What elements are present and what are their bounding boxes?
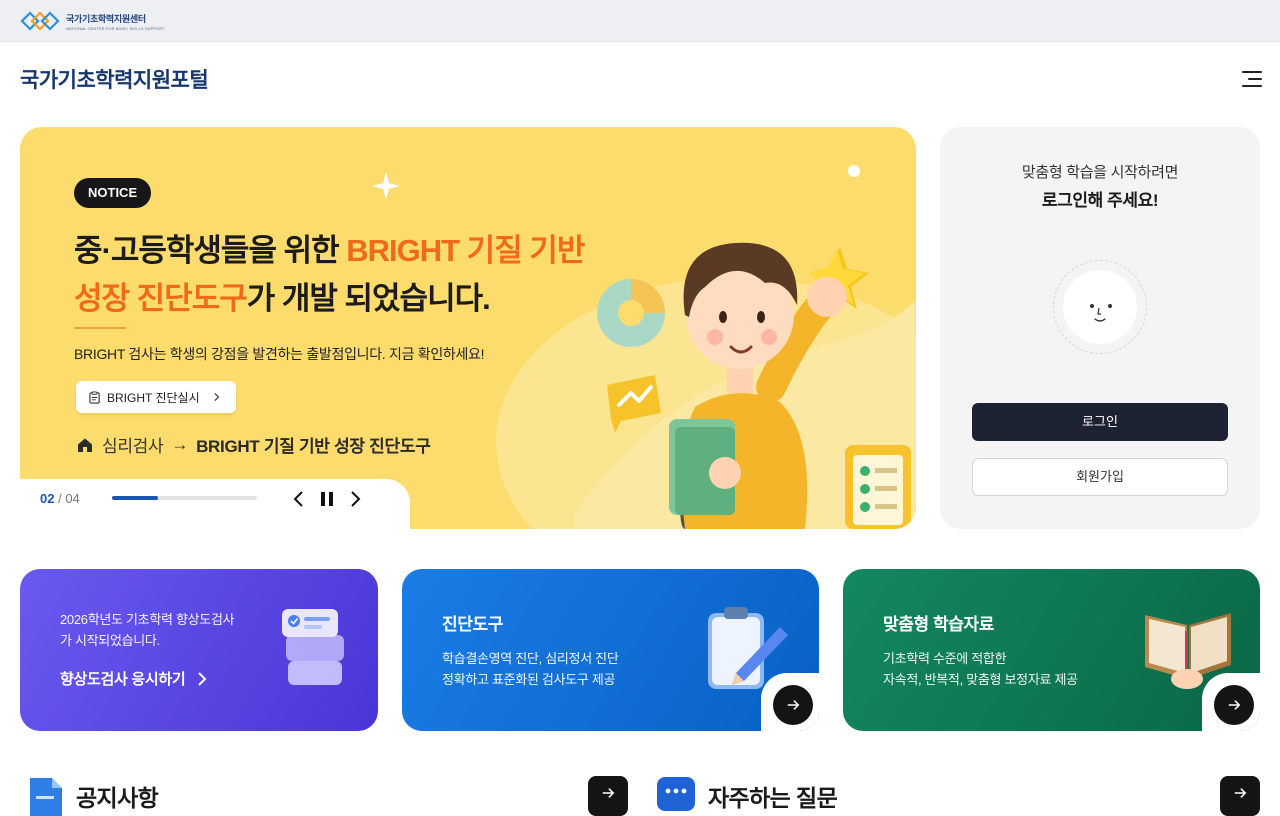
document-stack-icon [282,609,344,685]
hamburger-menu-icon[interactable] [1238,68,1264,90]
slide-counter: 02 / 04 [40,491,80,506]
prev-slide-icon[interactable] [290,490,308,508]
avatar-frame [1053,260,1147,354]
student-illustration [575,242,915,529]
signup-button[interactable]: 회원가입 [972,458,1228,496]
avatar-face-icon [1063,270,1137,344]
login-card: 맞춤형 학습을 시작하려면 로그인해 주세요! 로그인 회원가입 [940,127,1260,529]
breadcrumb-arrow: → [171,434,189,454]
diagnostic-tools-card[interactable]: 진단도구 학습결손영역 진단, 심리정서 진단 정확하고 표준화된 검사도구 제… [402,569,819,731]
diagnostic-tools-arrow-button[interactable] [773,685,813,725]
login-prompt: 맞춤형 학습을 시작하려면 [1021,164,1179,181]
dot-decoration [848,165,860,177]
logo-subtitle: NATIONAL CENTER FOR BASIC SKILLS SUPPORT [66,25,165,31]
learning-materials-arrow-button[interactable] [1214,685,1254,725]
arrow-right-icon [787,700,800,710]
cta-label: BRIGHT 진단실시 [107,390,200,405]
bright-diagnosis-button[interactable]: BRIGHT 진단실시 [76,381,236,413]
card-desc-line: 학습결손영역 진단, 심리정서 진단 [442,651,619,666]
breadcrumb-category: 심리검사 [102,437,164,456]
breadcrumb-current: BRIGHT 기질 기반 성장 진단도구 [196,437,431,456]
chevron-right-icon [198,671,207,686]
hero-banner: NOTICE 중·고등학생들을 위한 BRIGHT 기질 기반 성장 진단도구가… [20,127,916,529]
logo-icon [20,11,60,31]
achievement-test-card[interactable]: 2026학년도 기초학력 향상도검사 가 시작되었습니다. 향상도검사 응시하기 [20,569,378,731]
top-bar: 국가기초학력지원센터 NATIONAL CENTER FOR BASIC SKI… [0,0,1280,42]
card-text-line: 가 시작되었습니다. [60,633,160,648]
login-prompt-strong: 로그인해 주세요! [1041,191,1159,210]
faq-more-button[interactable] [1220,776,1260,816]
banner-description: BRIGHT 검사는 학생의 강점을 발견하는 출발점입니다. 지금 확인하세요… [74,346,485,362]
headline-highlight: 성장 진단도구 [74,281,248,316]
take-test-link[interactable]: 향상도검사 응시하기 [60,668,207,689]
card-text-line: 2026학년도 기초학력 향상도검사 [60,612,235,627]
take-test-label: 향상도검사 응시하기 [60,671,186,688]
chevron-right-icon [214,393,219,401]
sparkle-icon [372,172,400,200]
card-description: 기초학력 수준에 적합한 자속적, 반복적, 맞춤형 보정자료 제공 [883,648,1078,690]
center-logo[interactable]: 국가기초학력지원센터 NATIONAL CENTER FOR BASIC SKI… [20,8,165,34]
slide-progress-bar [112,496,257,500]
banner-headline: 중·고등학생들을 위한 BRIGHT 기질 기반 성장 진단도구가 개발 되었습… [74,227,585,323]
headline-divider [74,327,126,329]
home-icon [78,438,92,452]
notice-document-icon [30,778,62,816]
arrow-right-icon [1228,700,1241,710]
logo-name: 국가기초학력지원센터 [66,13,146,24]
card-title: 맞춤형 학습자료 [883,615,995,634]
chat-bubble-icon [657,777,695,811]
notice-title[interactable]: 공지사항 [76,779,159,813]
portal-title[interactable]: 국가기초학력지원포털 [20,64,209,94]
banner-breadcrumb: 심리검사 → BRIGHT 기질 기반 성장 진단도구 [76,432,431,457]
notice-more-button[interactable] [588,776,628,816]
slide-total: / 04 [58,491,80,506]
card-text: 2026학년도 기초학력 향상도검사 가 시작되었습니다. [60,609,235,651]
card-title: 진단도구 [442,615,503,634]
learning-materials-card[interactable]: 맞춤형 학습자료 기초학력 수준에 적합한 자속적, 반복적, 맞춤형 보정자료… [843,569,1260,731]
next-slide-icon[interactable] [346,490,364,508]
card-desc-line: 정확하고 표준화된 검사도구 제공 [442,672,616,687]
notice-section-header: 공지사항 [24,776,159,816]
card-desc-line: 자속적, 반복적, 맞춤형 보정자료 제공 [883,672,1078,687]
headline-highlight: BRIGHT 기질 기반 [346,233,585,268]
clipboard-icon [89,390,100,404]
card-description: 학습결손영역 진단, 심리정서 진단 정확하고 표준화된 검사도구 제공 [442,648,619,690]
faq-section-header: 자주하는 질문 [656,776,838,816]
slide-current: 02 [40,491,55,506]
headline-part: 가 개발 되었습니다. [246,281,491,316]
pause-icon[interactable] [318,490,336,508]
card-desc-line: 기초학력 수준에 적합한 [883,651,1007,666]
notice-badge: NOTICE [74,178,152,208]
faq-title[interactable]: 자주하는 질문 [708,779,838,813]
arrow-right-icon [1234,788,1247,798]
login-button[interactable]: 로그인 [972,403,1228,441]
arrow-right-icon [602,788,615,798]
headline-part: 중·고등학생들을 위한 [74,233,347,268]
slide-progress-fill [112,496,159,500]
